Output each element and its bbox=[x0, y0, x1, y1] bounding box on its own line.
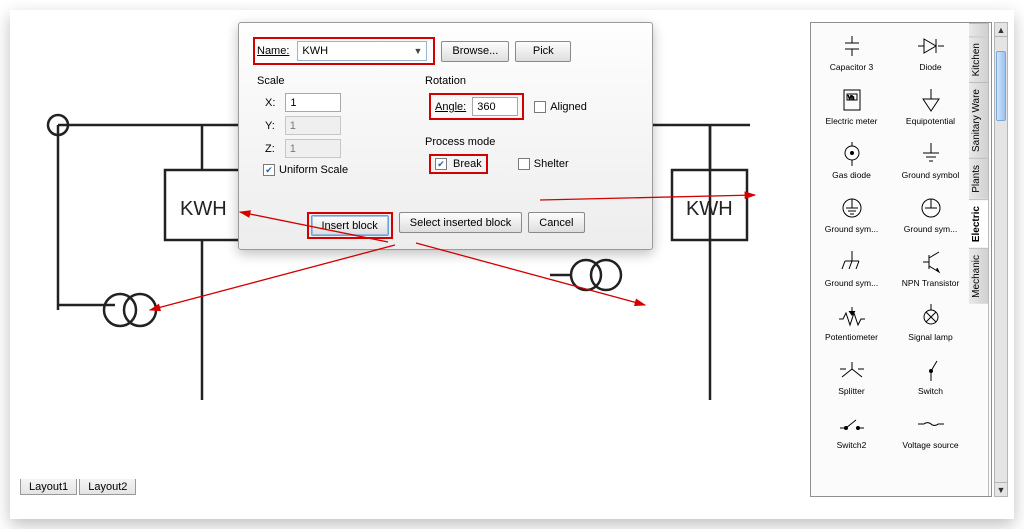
block-name-value: KWH bbox=[302, 45, 328, 57]
switch2-icon bbox=[838, 409, 866, 439]
capacitor-icon bbox=[839, 31, 865, 61]
scale-y-label: Y: bbox=[265, 120, 275, 132]
palette-item-gas-diode[interactable]: Gas diode bbox=[813, 133, 890, 185]
category-plants[interactable]: Plants bbox=[969, 158, 988, 199]
scroll-up-icon[interactable]: ▲ bbox=[995, 23, 1007, 37]
palette-item-switch2[interactable]: Switch2 bbox=[813, 403, 890, 455]
aligned-label: Aligned bbox=[550, 101, 587, 113]
aligned-checkbox[interactable] bbox=[534, 101, 546, 113]
block-name-combobox[interactable]: KWH ▼ bbox=[297, 41, 427, 61]
pick-button[interactable]: Pick bbox=[515, 41, 571, 62]
app-frame: KWH KWH Name: KWH ▼ Browse... Pick Scale… bbox=[10, 10, 1014, 519]
palette-item-capacitor3[interactable]: Capacitor 3 bbox=[813, 25, 890, 77]
break-checkbox[interactable] bbox=[435, 158, 447, 170]
svg-text:Vh: Vh bbox=[848, 95, 854, 101]
insert-block-dialog: Name: KWH ▼ Browse... Pick Scale X: Y: bbox=[238, 22, 653, 250]
palette-grid: Capacitor 3 Diode Vh Electric meter Equi… bbox=[813, 25, 969, 455]
splitter-icon bbox=[838, 355, 866, 385]
ground-circle2-icon bbox=[918, 193, 944, 223]
scale-z-label: Z: bbox=[265, 143, 275, 155]
palette-item-voltage-source[interactable]: Voltage source bbox=[892, 403, 969, 455]
palette-item-electric-meter[interactable]: Vh Electric meter bbox=[813, 79, 890, 131]
category-electric[interactable]: Electric bbox=[969, 199, 988, 248]
shelter-checkbox[interactable] bbox=[518, 158, 530, 170]
palette-item-diode[interactable]: Diode bbox=[892, 25, 969, 77]
diode-icon bbox=[916, 31, 946, 61]
electric-meter-icon: Vh bbox=[839, 85, 865, 115]
insert-block-button[interactable]: Insert block bbox=[311, 215, 389, 236]
layout-tab-strip: Layout1 Layout2 bbox=[20, 479, 135, 497]
kwh-right-text: KWH bbox=[686, 198, 733, 220]
chassis-ground-icon bbox=[840, 247, 864, 277]
select-inserted-block-button[interactable]: Select inserted block bbox=[399, 212, 523, 233]
scale-y-input bbox=[285, 116, 341, 135]
ground-icon bbox=[920, 139, 942, 169]
scale-group-title: Scale bbox=[257, 75, 403, 87]
uniform-scale-checkbox[interactable] bbox=[263, 164, 275, 176]
scroll-thumb[interactable] bbox=[996, 51, 1006, 121]
palette-item-equipotential[interactable]: Equipotential bbox=[892, 79, 969, 131]
palette-item-ground-sym2[interactable]: Ground sym... bbox=[813, 187, 890, 239]
uniform-scale-label: Uniform Scale bbox=[279, 164, 348, 176]
palette-item-switch[interactable]: Switch bbox=[892, 349, 969, 401]
block-palette: Kitchen Sanitary Ware Plants Electric Me… bbox=[810, 22, 992, 497]
category-top[interactable] bbox=[969, 23, 988, 36]
potentiometer-icon bbox=[837, 301, 867, 331]
tab-layout2[interactable]: Layout2 bbox=[79, 479, 136, 495]
palette-item-splitter[interactable]: Splitter bbox=[813, 349, 890, 401]
palette-scrollbar[interactable]: ▲ ▼ bbox=[994, 22, 1008, 497]
rotation-group-title: Rotation bbox=[425, 75, 631, 87]
palette-item-signal-lamp[interactable]: Signal lamp bbox=[892, 295, 969, 347]
signal-lamp-icon bbox=[919, 301, 943, 331]
voltage-source-icon bbox=[916, 409, 946, 439]
angle-input[interactable] bbox=[472, 97, 518, 116]
scale-x-label: X: bbox=[265, 97, 275, 109]
gas-diode-icon bbox=[841, 139, 863, 169]
name-label: Name: bbox=[257, 45, 289, 57]
equipotential-icon bbox=[920, 85, 942, 115]
scroll-down-icon[interactable]: ▼ bbox=[995, 482, 1007, 496]
category-mechanic[interactable]: Mechanic bbox=[969, 248, 988, 304]
break-label: Break bbox=[453, 158, 482, 170]
browse-button[interactable]: Browse... bbox=[441, 41, 509, 62]
palette-item-ground-sym4[interactable]: Ground sym... bbox=[813, 241, 890, 293]
kwh-left-text: KWH bbox=[180, 198, 227, 220]
chevron-down-icon: ▼ bbox=[413, 46, 422, 56]
ground-circle-icon bbox=[839, 193, 865, 223]
shelter-label: Shelter bbox=[534, 158, 569, 170]
process-mode-title: Process mode bbox=[425, 136, 631, 148]
scale-z-input bbox=[285, 139, 341, 158]
palette-item-potentiometer[interactable]: Potentiometer bbox=[813, 295, 890, 347]
npn-transistor-icon bbox=[919, 247, 943, 277]
category-sanitary[interactable]: Sanitary Ware bbox=[969, 82, 988, 158]
palette-item-ground-sym3[interactable]: Ground sym... bbox=[892, 187, 969, 239]
tab-layout1[interactable]: Layout1 bbox=[20, 479, 77, 495]
palette-item-npn-transistor[interactable]: NPN Transistor bbox=[892, 241, 969, 293]
palette-item-ground-symbol[interactable]: Ground symbol bbox=[892, 133, 969, 185]
scale-x-input[interactable] bbox=[285, 93, 341, 112]
switch-icon bbox=[922, 355, 940, 385]
angle-label: Angle: bbox=[435, 101, 466, 113]
cancel-button[interactable]: Cancel bbox=[528, 212, 584, 233]
category-kitchen[interactable]: Kitchen bbox=[969, 36, 988, 82]
